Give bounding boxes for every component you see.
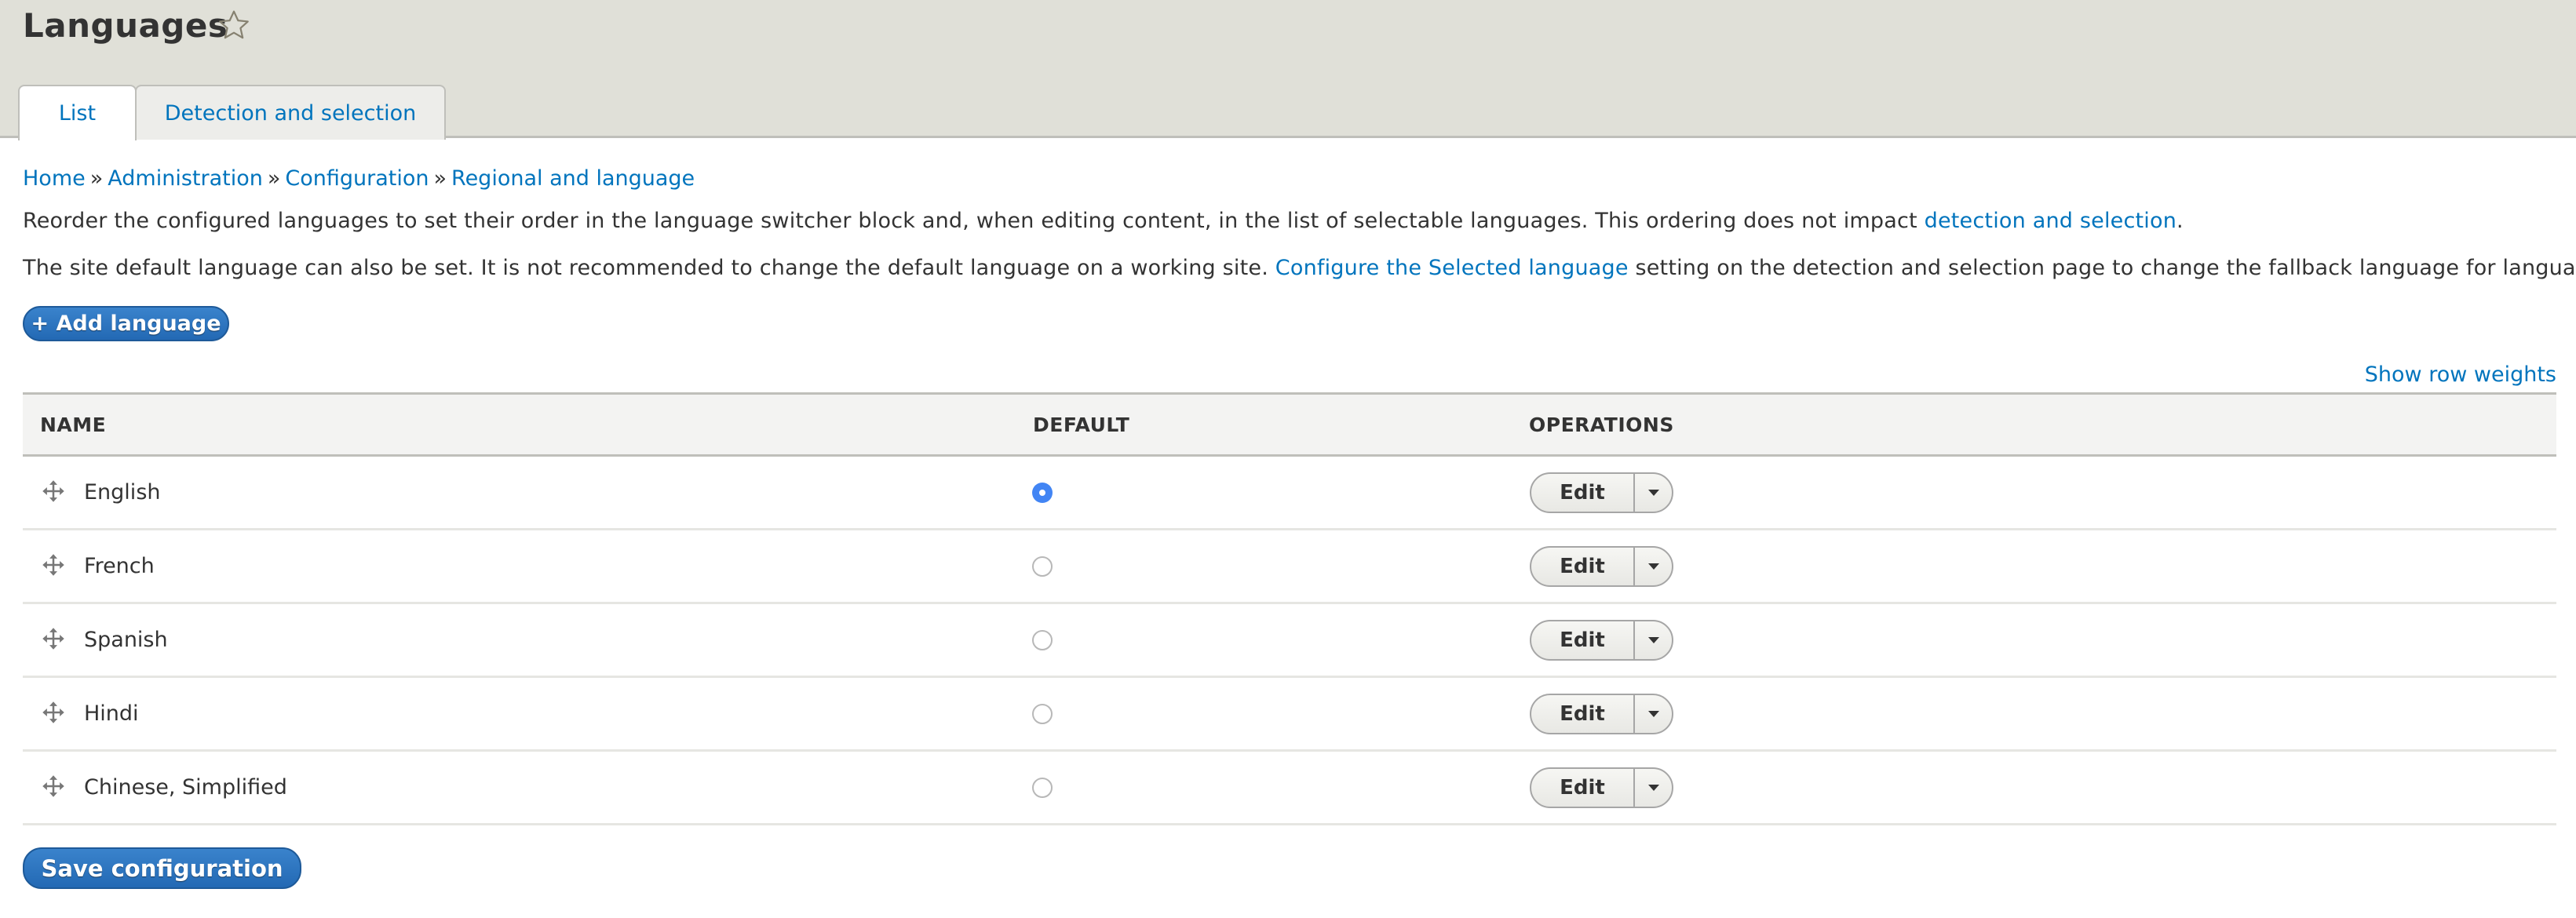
chevron-down-icon xyxy=(1647,785,1659,791)
intro-text: The site default language can also be se… xyxy=(23,256,1275,280)
intro-text: Reorder the configured languages to set … xyxy=(23,209,1925,233)
table-row: Hindi Edit xyxy=(23,678,2556,752)
language-name: French xyxy=(84,554,155,578)
drag-handle-icon[interactable] xyxy=(42,479,65,503)
languages-table: NAME DEFAULT OPERATIONS English Edit Fre… xyxy=(23,392,2556,825)
save-configuration-button[interactable]: Save configuration xyxy=(23,847,301,889)
language-name: English xyxy=(84,480,161,505)
language-name: Spanish xyxy=(84,628,168,652)
chevron-down-icon xyxy=(1647,563,1659,570)
operations-dropdown-toggle[interactable] xyxy=(1635,548,1672,585)
breadcrumb-administration[interactable]: Administration xyxy=(108,166,263,191)
breadcrumb: Home» Administration» Configuration» Region… xyxy=(23,166,695,191)
chevron-down-icon xyxy=(1647,490,1659,496)
breadcrumb-regional-and-language[interactable]: Regional and language xyxy=(451,166,695,191)
column-header-name: NAME xyxy=(40,413,107,436)
edit-button[interactable]: Edit xyxy=(1531,474,1635,512)
edit-button[interactable]: Edit xyxy=(1531,769,1635,807)
default-language-radio[interactable] xyxy=(1032,704,1053,724)
operations-dropdown-toggle[interactable] xyxy=(1635,621,1672,659)
add-language-button[interactable]: + Add language xyxy=(23,306,229,341)
tab-detection-and-selection[interactable]: Detection and selection xyxy=(135,85,446,140)
operations-dropbutton: Edit xyxy=(1530,472,1673,513)
intro-text-end: . xyxy=(2176,209,2184,233)
intro-text-end: setting on the detection and selection p… xyxy=(1635,256,2576,280)
drag-handle-icon[interactable] xyxy=(42,627,65,650)
drag-handle-icon[interactable] xyxy=(42,774,65,798)
operations-dropbutton: Edit xyxy=(1530,767,1673,808)
tab-list[interactable]: List xyxy=(18,85,137,140)
configure-selected-language-link[interactable]: Configure the Selected language xyxy=(1275,256,1629,280)
page-title: Languages xyxy=(23,6,228,45)
language-name: Chinese, Simplified xyxy=(84,775,287,800)
edit-button[interactable]: Edit xyxy=(1531,621,1635,659)
star-icon[interactable] xyxy=(217,8,251,42)
default-language-radio[interactable] xyxy=(1032,556,1053,577)
operations-dropdown-toggle[interactable] xyxy=(1635,695,1672,733)
chevron-down-icon xyxy=(1647,711,1659,717)
column-header-operations: OPERATIONS xyxy=(1529,413,1674,436)
table-row: Spanish Edit xyxy=(23,604,2556,678)
table-row: French Edit xyxy=(23,530,2556,604)
table-body: English Edit French Edit Spanish Edit Hi… xyxy=(23,457,2556,825)
column-header-default: DEFAULT xyxy=(1033,413,1130,436)
operations-dropdown-toggle[interactable] xyxy=(1635,474,1672,512)
chevron-down-icon xyxy=(1647,637,1659,643)
table-row: English Edit xyxy=(23,457,2556,530)
operations-dropbutton: Edit xyxy=(1530,620,1673,661)
breadcrumb-home[interactable]: Home xyxy=(23,166,86,191)
intro-paragraph-default: The site default language can also be se… xyxy=(23,256,2576,280)
language-name: Hindi xyxy=(84,701,139,726)
operations-dropbutton: Edit xyxy=(1530,694,1673,734)
edit-button[interactable]: Edit xyxy=(1531,695,1635,733)
default-language-radio[interactable] xyxy=(1032,630,1053,650)
table-row: Chinese, Simplified Edit xyxy=(23,752,2556,825)
breadcrumb-separator: » xyxy=(89,166,104,191)
drag-handle-icon[interactable] xyxy=(42,553,65,577)
edit-button[interactable]: Edit xyxy=(1531,548,1635,585)
default-language-radio[interactable] xyxy=(1032,778,1053,798)
table-header: NAME DEFAULT OPERATIONS xyxy=(23,392,2556,457)
operations-dropbutton: Edit xyxy=(1530,546,1673,587)
detection-and-selection-link[interactable]: detection and selection xyxy=(1925,209,2176,233)
show-row-weights-link[interactable]: Show row weights xyxy=(2365,362,2556,387)
breadcrumb-separator: » xyxy=(433,166,447,191)
drag-handle-icon[interactable] xyxy=(42,701,65,724)
default-language-radio[interactable] xyxy=(1032,483,1053,503)
breadcrumb-configuration[interactable]: Configuration xyxy=(285,166,429,191)
operations-dropdown-toggle[interactable] xyxy=(1635,769,1672,807)
page-header: Languages List Detection and selection xyxy=(0,0,2576,140)
breadcrumb-separator: » xyxy=(267,166,281,191)
intro-paragraph-ordering: Reorder the configured languages to set … xyxy=(23,209,2184,233)
